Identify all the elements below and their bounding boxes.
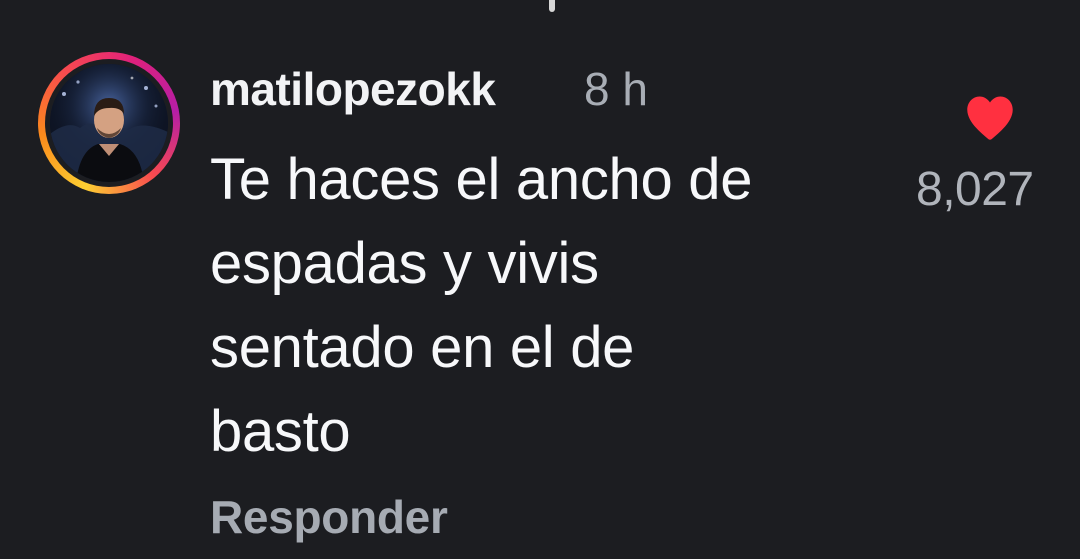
reply-button[interactable]: Responder [210, 490, 448, 544]
comment-text: Te haces el ancho de espadas y vivis sen… [210, 138, 910, 474]
previous-content-fragment [549, 0, 555, 12]
avatar-story-ring[interactable] [38, 52, 180, 194]
comment-text-line: espadas y vivis [210, 231, 599, 296]
heart-icon-shape [967, 96, 1013, 140]
comment-text-line: sentado en el de [210, 315, 635, 380]
profile-photo-icon [50, 64, 168, 182]
comment-username[interactable]: matilopezokk [210, 62, 496, 116]
avatar[interactable] [50, 64, 168, 182]
comment-text-line: basto [210, 399, 351, 464]
comment-text-line: Te haces el ancho de [210, 147, 753, 212]
heart-icon[interactable] [962, 92, 1018, 142]
comment-timestamp: 8 h [584, 63, 648, 115]
comment-screen: matilopezokk 8 h Te haces el ancho de es… [0, 0, 1080, 559]
like-count: 8,027 [916, 163, 1034, 216]
